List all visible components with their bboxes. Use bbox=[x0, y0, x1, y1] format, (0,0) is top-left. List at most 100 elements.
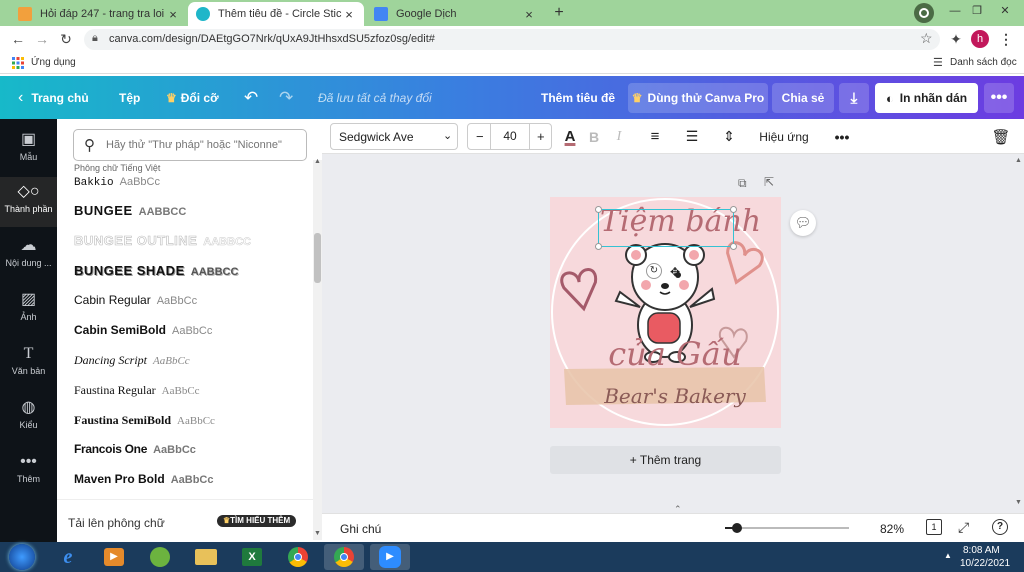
design-page[interactable]: Tiệm bánh của Gấu Bear's Bakery ↻ ✥ bbox=[550, 197, 781, 428]
close-icon[interactable]: × bbox=[522, 7, 536, 22]
rail-item-elements[interactable]: ◇○ Thành phần bbox=[0, 177, 57, 227]
add-page-icon[interactable]: ⇱ bbox=[764, 175, 774, 189]
media-player-icon[interactable]: ▶ bbox=[94, 544, 134, 570]
file-explorer-icon[interactable] bbox=[186, 544, 226, 570]
clock-date[interactable]: 10/22/2021 bbox=[960, 558, 1010, 569]
font-row-cabin-semibold[interactable]: Cabin SemiBold AaBbCc bbox=[74, 323, 212, 337]
chrome-icon[interactable] bbox=[278, 544, 318, 570]
page-grid-icon[interactable]: 1 bbox=[926, 519, 942, 535]
learn-more-badge[interactable]: ♛TÌM HIỂU THÊM bbox=[217, 515, 297, 527]
fullscreen-icon[interactable]: ⤢ bbox=[958, 519, 969, 536]
start-button[interactable] bbox=[2, 544, 42, 570]
comment-icon[interactable]: 💬︎ bbox=[790, 210, 816, 236]
tab-google-translate[interactable]: Google Dịch × bbox=[366, 2, 544, 26]
resize-button[interactable]: ♛ Đổi cỡ bbox=[166, 76, 219, 119]
font-size-value[interactable]: 40 bbox=[490, 124, 530, 149]
back-arrow-icon[interactable]: ← bbox=[8, 30, 28, 48]
font-row-cabin-regular[interactable]: Cabin Regular AaBbCc bbox=[74, 293, 197, 307]
zoom-icon[interactable]: ▶ bbox=[370, 544, 410, 570]
zoom-slider[interactable] bbox=[725, 523, 849, 533]
duplicate-page-icon[interactable]: ⧉ bbox=[738, 176, 747, 191]
rail-item-more[interactable]: ••• Thêm bbox=[0, 453, 57, 497]
browser-menu-icon[interactable]: ⋮ bbox=[996, 30, 1016, 48]
apps-icon[interactable] bbox=[12, 57, 24, 69]
download-icon[interactable]: ⤓ bbox=[839, 83, 869, 113]
font-size-stepper[interactable]: − 40 + bbox=[467, 123, 552, 150]
minimize-icon[interactable]: — bbox=[944, 0, 966, 22]
align-center-icon[interactable]: ≡ bbox=[644, 119, 666, 154]
font-row-maven-pro-bold[interactable]: Maven Pro Bold AaBbCc bbox=[74, 472, 213, 486]
panel-scrollbar[interactable]: ▲ ▼ bbox=[313, 158, 322, 540]
app-green-icon[interactable] bbox=[140, 544, 180, 570]
rail-item-styles[interactable]: ◍ Kiểu bbox=[0, 399, 57, 443]
font-row-francois-one[interactable]: Francois One AaBbCc bbox=[74, 442, 196, 456]
reload-icon[interactable]: ↻ bbox=[56, 30, 76, 48]
scrollbar-thumb[interactable] bbox=[314, 233, 321, 283]
list-icon[interactable]: ☰ bbox=[681, 119, 703, 154]
close-icon[interactable]: × bbox=[342, 7, 356, 22]
file-menu-button[interactable]: Tệp bbox=[119, 76, 140, 119]
design-text-line2[interactable]: của Gấu bbox=[590, 335, 760, 373]
trash-icon[interactable]: 🗑︎ bbox=[990, 119, 1012, 154]
profile-chip-icon[interactable] bbox=[914, 3, 934, 23]
selection-box[interactable] bbox=[595, 206, 737, 250]
more-options-icon[interactable]: ••• bbox=[830, 119, 854, 154]
share-button[interactable]: Chia sẻ bbox=[772, 83, 834, 113]
zoom-slider-thumb[interactable] bbox=[732, 523, 743, 533]
help-icon[interactable]: ? bbox=[992, 519, 1008, 535]
reading-list-label[interactable]: Danh sách đọc bbox=[950, 57, 1017, 68]
home-button[interactable]: ‹ Trang chủ bbox=[18, 76, 89, 119]
internet-explorer-icon[interactable]: e bbox=[48, 544, 88, 570]
more-options-icon[interactable]: ••• bbox=[984, 83, 1014, 113]
text-color-icon[interactable]: A bbox=[560, 119, 580, 154]
print-stickers-button[interactable]: ◐ In nhãn dán bbox=[875, 83, 978, 113]
font-row-faustina-semibold[interactable]: Faustina SemiBold AaBbCc bbox=[74, 413, 215, 428]
chrome-profile-icon[interactable] bbox=[324, 544, 364, 570]
rail-item-photos[interactable]: ▨ Ảnh bbox=[0, 291, 57, 335]
font-search-box[interactable]: ⚲ bbox=[73, 129, 307, 161]
clock-time[interactable]: 8:08 AM bbox=[963, 545, 1000, 556]
excel-icon[interactable]: X bbox=[232, 544, 272, 570]
tab-hoidap247[interactable]: Hỏi đáp 247 - trang tra loi × bbox=[10, 2, 188, 26]
rail-item-text[interactable]: T Văn bản bbox=[0, 345, 57, 389]
font-row-bakkio[interactable]: Bakkio AaBbCc bbox=[74, 174, 160, 186]
forward-arrow-icon[interactable]: → bbox=[32, 30, 52, 48]
redo-icon[interactable]: ↷ bbox=[279, 76, 293, 119]
notes-button[interactable]: Ghi chú bbox=[340, 522, 381, 536]
move-handle-icon[interactable]: ✥ bbox=[670, 265, 680, 279]
spacing-icon[interactable]: ⇕ bbox=[718, 119, 740, 154]
new-tab-button[interactable]: + bbox=[549, 4, 569, 22]
upload-font-link[interactable]: Tải lên phông chữ bbox=[68, 516, 165, 530]
rotate-handle-icon[interactable]: ↻ bbox=[646, 263, 662, 279]
reading-list-icon[interactable]: ☰ bbox=[933, 56, 943, 69]
zoom-value[interactable]: 82% bbox=[880, 522, 904, 536]
font-row-bungee[interactable]: BUNGEE AABBCC bbox=[74, 203, 186, 218]
increase-size-icon[interactable]: + bbox=[537, 129, 545, 144]
decrease-size-icon[interactable]: − bbox=[476, 129, 484, 144]
close-icon[interactable]: × bbox=[166, 7, 180, 22]
design-title[interactable]: Thêm tiêu đề bbox=[541, 76, 615, 119]
italic-icon[interactable]: I bbox=[609, 119, 629, 154]
scroll-up-icon[interactable]: ▲ bbox=[314, 158, 321, 165]
scroll-down-icon[interactable]: ▼ bbox=[314, 530, 321, 537]
add-page-button[interactable]: + Thêm trang bbox=[550, 446, 781, 474]
undo-icon[interactable]: ↶ bbox=[244, 76, 258, 119]
star-icon[interactable]: ☆ bbox=[920, 30, 933, 47]
font-row-bungee-outline[interactable]: BUNGEE OUTLINE AABBCC bbox=[74, 233, 252, 249]
profile-avatar[interactable]: h bbox=[971, 30, 989, 48]
tab-canva[interactable]: Thêm tiêu đề - Circle Sticker × bbox=[188, 2, 364, 26]
rail-item-uploads[interactable]: ☁ Nội dung ... bbox=[0, 237, 57, 281]
font-family-dropdown[interactable]: Sedgwick Ave ⌄ bbox=[330, 123, 458, 150]
extensions-icon[interactable]: ✦ bbox=[946, 30, 966, 48]
font-row-dancing-script[interactable]: Dancing Script AaBbCc bbox=[74, 353, 190, 368]
font-row-faustina-regular[interactable]: Faustina Regular AaBbCc bbox=[74, 383, 200, 398]
design-text-line3[interactable]: Bear's Bakery bbox=[590, 384, 760, 408]
rail-item-templates[interactable]: ▣ Mẫu bbox=[0, 131, 57, 175]
address-bar[interactable]: 🔒︎ canva.com/design/DAEtgGO7Nrk/qUxA9JtH… bbox=[84, 29, 940, 50]
tray-arrow-icon[interactable]: ▲ bbox=[944, 551, 952, 560]
font-row-bungee-shade[interactable]: BUNGEE SHADE AABBCC bbox=[74, 263, 238, 278]
effects-button[interactable]: Hiệu ứng bbox=[754, 119, 814, 154]
restore-icon[interactable]: ❐ bbox=[966, 0, 988, 22]
font-search-input[interactable] bbox=[106, 136, 301, 154]
bookmark-apps-label[interactable]: Ứng dụng bbox=[31, 57, 76, 68]
